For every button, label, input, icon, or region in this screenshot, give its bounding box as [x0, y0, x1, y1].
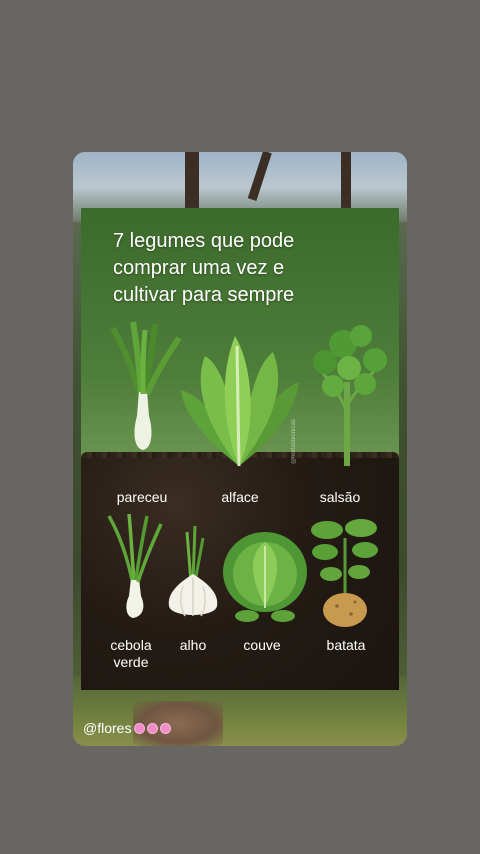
infographic-card: 7 legumes que pode comprar uma vez e cul… — [81, 208, 399, 690]
green-onion-icon — [107, 513, 163, 618]
flower-icon — [148, 723, 158, 733]
potato-plant-icon — [311, 519, 378, 627]
vegetable-label: alface — [221, 489, 259, 505]
vegetable-label: couve — [243, 637, 281, 653]
vegetable-label: cebola verde — [101, 637, 161, 671]
cabbage-icon — [223, 532, 307, 622]
vegetable-label-line: cebola — [110, 637, 152, 653]
lettuce-icon — [181, 336, 299, 467]
title-line: 7 legumes que pode — [113, 230, 295, 252]
vegetable-label-line: verde — [113, 654, 149, 670]
post-title: 7 legumes que pode comprar uma vez e cul… — [113, 228, 373, 309]
vegetable-label: pareceu — [116, 489, 168, 505]
title-line: comprar uma vez e — [113, 257, 285, 279]
vegetable-label: salsão — [319, 489, 361, 505]
flower-icon — [161, 723, 171, 733]
garlic-icon — [168, 525, 218, 617]
leek-icon — [110, 321, 182, 450]
flower-icon — [135, 723, 145, 733]
celery-icon — [313, 325, 387, 466]
vegetable-label: alho — [179, 637, 207, 653]
tree-trunk — [341, 152, 351, 212]
username-handle[interactable]: @flores — [83, 720, 131, 736]
story-footer: @flores — [83, 720, 171, 736]
vegetable-label: batata — [326, 637, 366, 653]
story-post: 7 legumes que pode comprar uma vez e cul… — [73, 152, 407, 746]
title-line: cultivar para sempre — [113, 284, 295, 306]
